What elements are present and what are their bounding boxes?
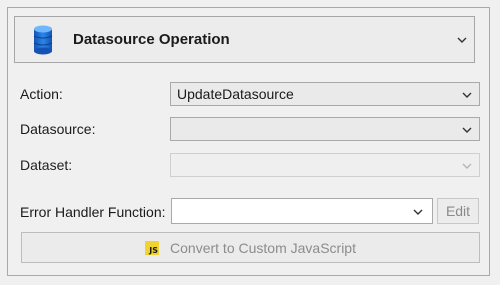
action-label: Action:	[20, 86, 63, 102]
error-handler-combobox[interactable]	[171, 198, 433, 224]
operation-type-dropdown[interactable]: Datasource Operation	[14, 16, 475, 63]
chevron-down-icon	[457, 37, 467, 43]
convert-button-label: Convert to Custom JavaScript	[170, 239, 356, 256]
chevron-down-icon	[462, 127, 472, 133]
chevron-down-icon	[462, 163, 472, 169]
datasource-select[interactable]	[170, 117, 480, 141]
dataset-label: Dataset:	[20, 157, 73, 173]
database-icon	[33, 25, 53, 54]
datasource-label: Datasource:	[20, 121, 96, 137]
convert-to-javascript-button[interactable]: JS Convert to Custom JavaScript	[21, 232, 480, 263]
chevron-down-icon[interactable]	[412, 208, 424, 216]
action-select[interactable]: UpdateDatasource	[170, 82, 480, 106]
edit-button-label: Edit	[445, 203, 471, 219]
javascript-icon: JS	[145, 240, 160, 255]
chevron-down-icon	[462, 92, 472, 98]
edit-button[interactable]: Edit	[437, 198, 479, 224]
operation-title: Datasource Operation	[73, 31, 230, 48]
action-select-value: UpdateDatasource	[177, 86, 294, 102]
error-handler-label: Error Handler Function:	[20, 204, 166, 220]
dataset-select[interactable]	[170, 153, 480, 177]
